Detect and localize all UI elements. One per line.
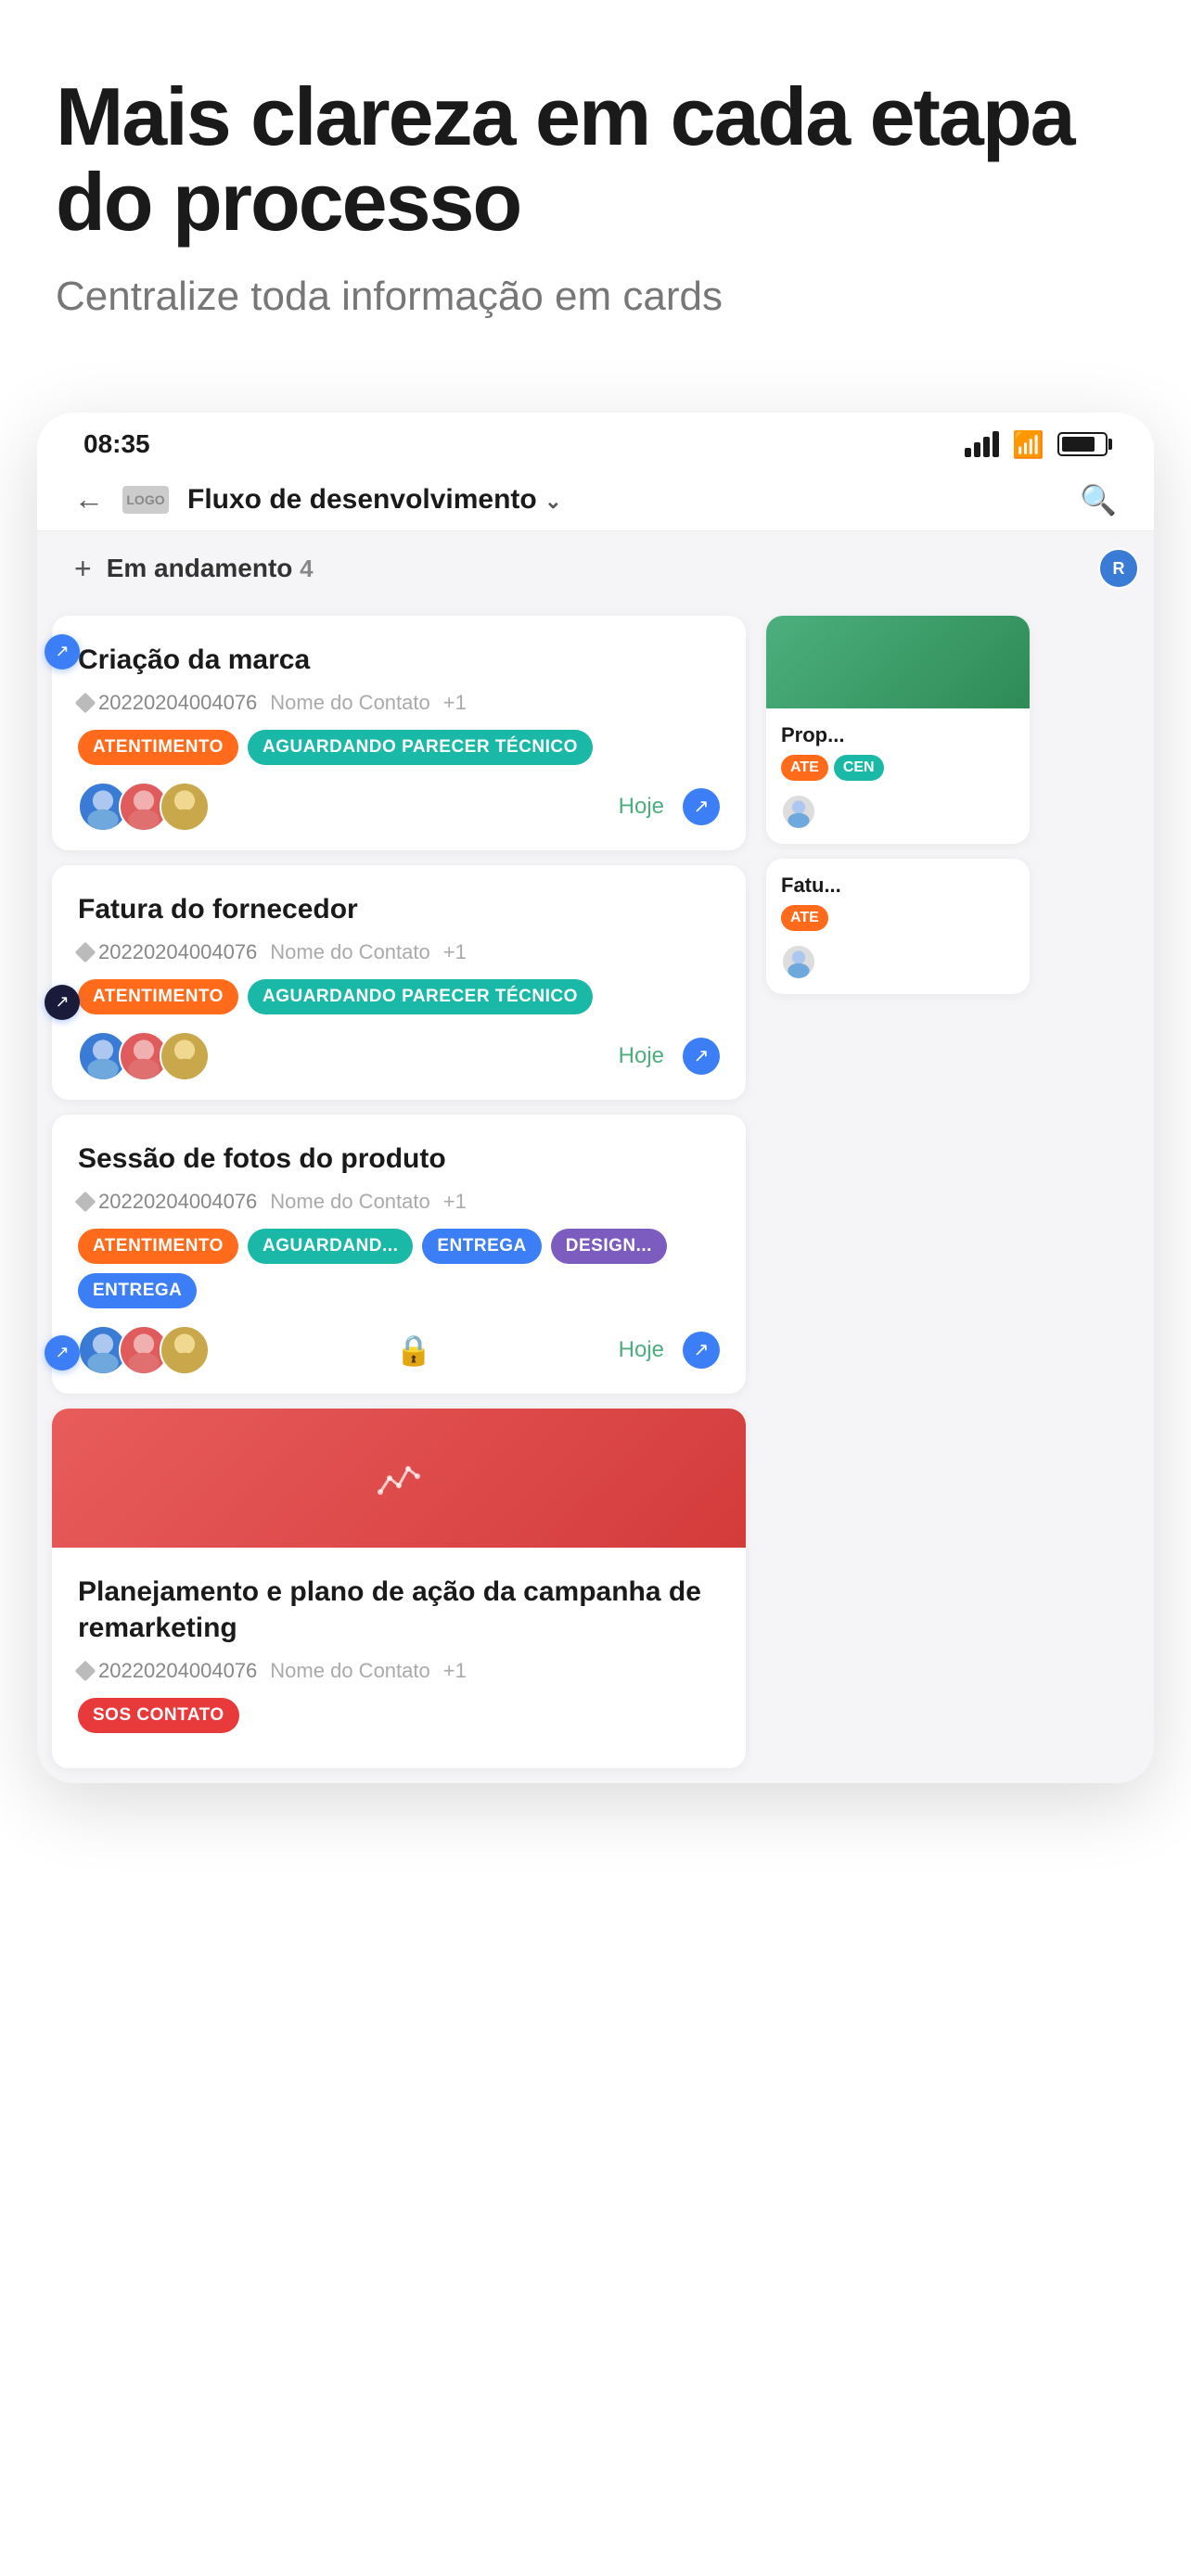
- tag-atentimento[interactable]: ATENTIMENTO: [78, 730, 238, 765]
- banner-chart-icon: [371, 1450, 427, 1506]
- card-id: 20220204004076: [78, 1659, 257, 1683]
- wifi-icon: 📶: [1012, 429, 1044, 460]
- avatar-3: [160, 782, 210, 832]
- column-add-left-button[interactable]: +: [74, 552, 92, 586]
- back-button[interactable]: ←: [74, 482, 104, 516]
- card-date-area: Hoje ↗: [619, 1332, 720, 1369]
- card-id: 20220204004076: [78, 691, 257, 715]
- status-time: 08:35: [83, 429, 150, 459]
- card-avatars: [78, 1325, 210, 1375]
- card-date-area: Hoje ↗: [619, 1038, 720, 1075]
- hero-section: Mais clareza em cada etapa do processo C…: [0, 0, 1191, 357]
- avatar-3: [160, 1325, 210, 1375]
- side-tags-2: ATE: [781, 905, 1015, 937]
- chevron-down-icon[interactable]: ⌄: [544, 490, 561, 513]
- lock-area: 🔒: [395, 1333, 432, 1368]
- tag-aguardando[interactable]: AGUARDANDO PARECER TÉCNICO: [248, 979, 593, 1014]
- card-title: Criação da marca: [78, 642, 720, 678]
- card-id: 20220204004076: [78, 940, 257, 964]
- side-kanban-column: Prop... ATE CEN Fatu...: [761, 606, 1039, 1783]
- tag-design[interactable]: DESIGN...: [551, 1229, 667, 1264]
- battery-icon: [1057, 432, 1108, 456]
- card-meta: 20220204004076 Nome do Contato +1: [78, 940, 720, 964]
- tag-aguardando[interactable]: AGUARDANDO PARECER TÉCNICO: [248, 730, 593, 765]
- status-bar: 08:35 📶: [37, 413, 1154, 469]
- card-tags: ATENTIMENTO AGUARDANDO PARECER TÉCNICO: [78, 730, 720, 765]
- side-avatars-2: [781, 944, 1015, 979]
- avatar-3: [160, 1031, 210, 1081]
- open-indicator-1[interactable]: ↗: [45, 634, 80, 670]
- card-date-area: Hoje ↗: [619, 788, 720, 825]
- left-indicators: ↗ ↗ ↗: [45, 634, 80, 1371]
- tag-entrega-1[interactable]: ENTREGA: [422, 1229, 541, 1264]
- card-title: Sessão de fotos do produto: [78, 1141, 720, 1177]
- side-avatar-1: [781, 794, 816, 829]
- card-avatars: [78, 782, 210, 832]
- phone-mockup: 08:35 📶 ← LOGO Fluxo de desenvolvimento …: [37, 413, 1154, 1783]
- card-avatars: [78, 1031, 210, 1081]
- column-header: + Em andamento 4 + R: [37, 531, 1154, 606]
- card-tags: SOS CONTATO: [78, 1698, 720, 1733]
- side-card-content: Fatu... ATE: [766, 859, 1030, 994]
- side-avatars: [781, 794, 1015, 829]
- card-meta: 20220204004076 Nome do Contato +1: [78, 691, 720, 715]
- card-open-button[interactable]: ↗: [683, 1332, 720, 1369]
- side-card-title: Prop...: [781, 723, 1015, 747]
- card-tags: ATENTIMENTO AGUARDAND... ENTREGA DESIGN.…: [78, 1229, 720, 1308]
- card-open-button[interactable]: ↗: [683, 788, 720, 825]
- card-title: Fatura do fornecedor: [78, 891, 720, 927]
- card-tags: ATENTIMENTO AGUARDANDO PARECER TÉCNICO: [78, 979, 720, 1014]
- card-open-button[interactable]: ↗: [683, 1038, 720, 1075]
- side-avatar-2: [781, 944, 816, 979]
- open-indicator-3[interactable]: ↗: [45, 1335, 80, 1371]
- card-inner: Planejamento e plano de ação da campanha…: [52, 1548, 746, 1768]
- card-sessao-de-fotos: Sessão de fotos do produto 2022020400407…: [52, 1115, 746, 1394]
- side-card-2: Fatu... ATE: [766, 859, 1030, 994]
- column-header-avatar: R: [1098, 548, 1139, 589]
- card-meta: 20220204004076 Nome do Contato +1: [78, 1190, 720, 1214]
- card-title: Planejamento e plano de ação da campanha…: [78, 1574, 720, 1646]
- card-id: 20220204004076: [78, 1190, 257, 1214]
- card-fatura-do-fornecedor: Fatura do fornecedor 20220204004076 Nome…: [52, 865, 746, 1100]
- card-banner-image: [52, 1409, 746, 1548]
- card-criacao-da-marca: Criação da marca 20220204004076 Nome do …: [52, 616, 746, 850]
- status-icons: 📶: [965, 429, 1108, 460]
- card-planejamento: Planejamento e plano de ação da campanha…: [52, 1409, 746, 1768]
- tag-atentimento[interactable]: ATENTIMENTO: [78, 1229, 238, 1264]
- card-meta: 20220204004076 Nome do Contato +1: [78, 1659, 720, 1683]
- side-tags: ATE CEN: [781, 755, 1015, 786]
- diamond-icon: [75, 1660, 96, 1681]
- nav-bar: ← LOGO Fluxo de desenvolvimento ⌄ 🔍: [37, 469, 1154, 531]
- nav-title: Fluxo de desenvolvimento ⌄: [187, 484, 1061, 516]
- hero-subtitle: Centralize toda informação em cards: [56, 274, 1135, 320]
- column-count: 4: [300, 555, 313, 582]
- tag-sos-contato[interactable]: SOS CONTATO: [78, 1698, 239, 1733]
- main-kanban-column: Criação da marca 20220204004076 Nome do …: [37, 606, 761, 1783]
- side-card-content: Prop... ATE CEN: [766, 708, 1030, 844]
- column-title: Em andamento 4: [107, 554, 1087, 583]
- tag-entrega-2[interactable]: ENTREGA: [78, 1273, 197, 1308]
- nav-logo: LOGO: [122, 486, 169, 514]
- hero-title: Mais clareza em cada etapa do processo: [56, 74, 1135, 246]
- card-footer: Hoje ↗: [78, 782, 720, 832]
- card-footer: Hoje ↗: [78, 1031, 720, 1081]
- side-tag-ate-2[interactable]: ATE: [781, 905, 828, 931]
- open-indicator-2[interactable]: ↗: [45, 985, 80, 1020]
- search-icon[interactable]: 🔍: [1080, 482, 1117, 517]
- signal-icon: [965, 431, 999, 457]
- kanban-area: ↗ ↗ ↗ Criação da marca 20220204004076 No…: [37, 606, 1154, 1783]
- side-card-title-fatu: Fatu...: [781, 874, 1015, 898]
- tag-atentimento[interactable]: ATENTIMENTO: [78, 979, 238, 1014]
- side-card-image-green: [766, 616, 1030, 708]
- lock-icon: 🔒: [395, 1333, 432, 1368]
- side-card-1: Prop... ATE CEN: [766, 616, 1030, 844]
- tag-aguardando[interactable]: AGUARDAND...: [248, 1229, 413, 1264]
- side-tag-cen[interactable]: CEN: [834, 755, 884, 781]
- column-header-right: R: [1098, 548, 1139, 589]
- card-footer: 🔒 Hoje ↗: [78, 1325, 720, 1375]
- side-tag-ate[interactable]: ATE: [781, 755, 828, 781]
